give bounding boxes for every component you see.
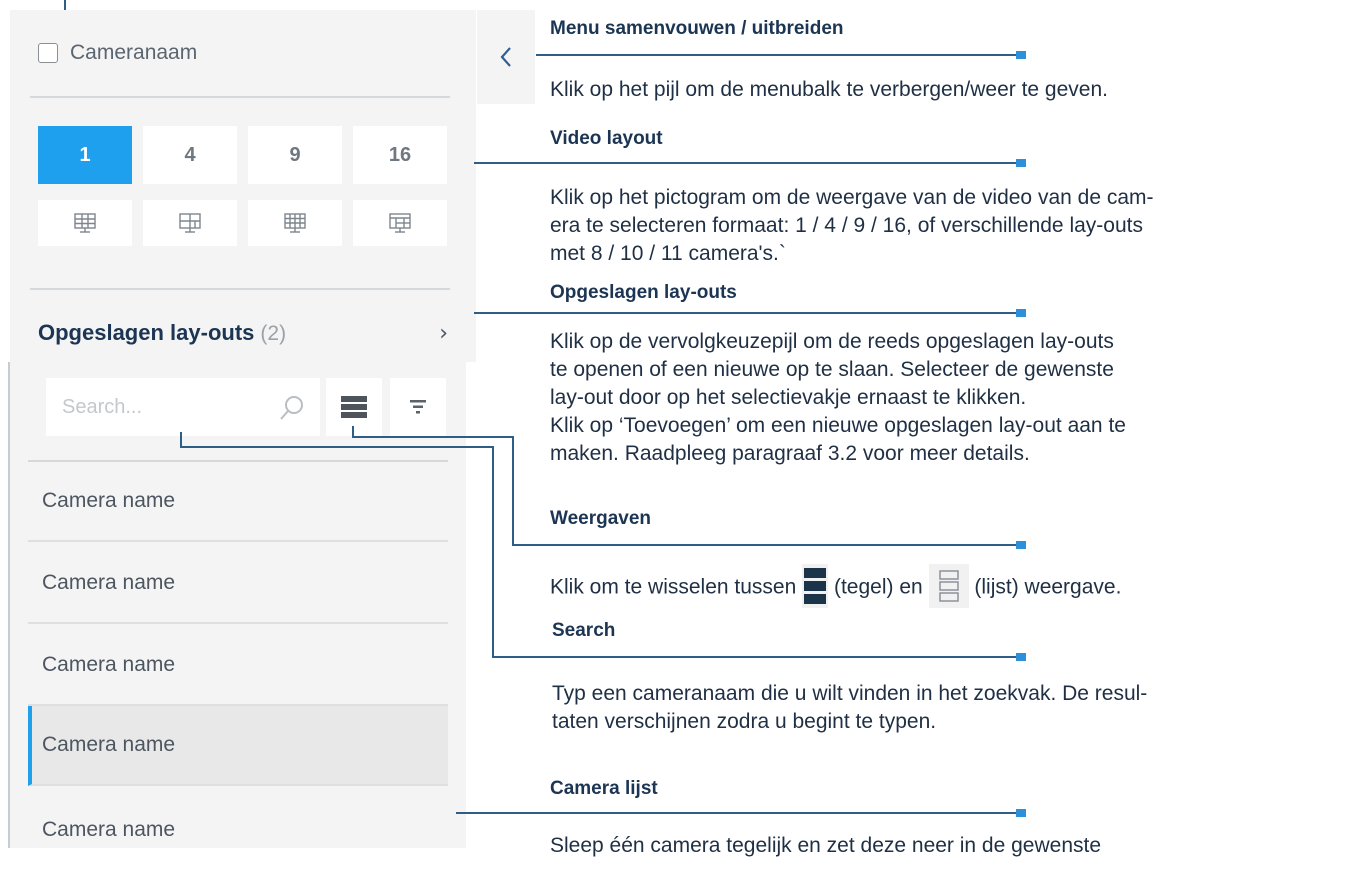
connector-line bbox=[456, 812, 1020, 814]
connector-line bbox=[474, 312, 1020, 314]
list-item[interactable]: Camera name bbox=[28, 626, 448, 706]
list-view-icon bbox=[928, 564, 969, 608]
top-marker-line bbox=[64, 0, 66, 10]
search-input[interactable] bbox=[46, 378, 266, 436]
divider bbox=[30, 288, 450, 290]
camera-name: Camera name bbox=[42, 653, 176, 676]
connector-line bbox=[492, 446, 494, 658]
connector-dot bbox=[1016, 309, 1026, 317]
camera-name: Camera name bbox=[42, 571, 176, 594]
connector-line bbox=[474, 162, 1020, 164]
connector-line bbox=[180, 446, 494, 448]
list-item[interactable]: Camera name bbox=[28, 790, 448, 870]
connector-dot bbox=[1016, 653, 1026, 661]
layout-button-9[interactable]: 9 bbox=[248, 126, 342, 184]
annotation-search-text-2: taten verschijnen zodra u begint te type… bbox=[552, 710, 937, 733]
connector-line bbox=[352, 436, 514, 438]
annotation-menu-title: Menu samenvouwen / uitbreiden bbox=[550, 18, 844, 39]
annotation-search-title: Search bbox=[552, 620, 616, 641]
chevron-right-icon[interactable]: › bbox=[439, 321, 448, 346]
camera-name: Camera name bbox=[42, 733, 176, 756]
annotation-video-layout-text-1: Klik op het pictogram om de weergave van… bbox=[550, 186, 1154, 209]
connector-line bbox=[492, 656, 1020, 658]
chevron-left-icon bbox=[500, 47, 511, 67]
connector-dot bbox=[1016, 159, 1026, 167]
annotation-saved-text-3: lay-out door op het selectievakje ernaas… bbox=[550, 386, 1027, 409]
filter-button[interactable] bbox=[390, 378, 446, 436]
annotation-views-part-2: (tegel) en bbox=[833, 575, 923, 599]
layout-grid-button-b[interactable] bbox=[143, 200, 237, 246]
annotation-video-layout-title: Video layout bbox=[550, 128, 663, 149]
annotation-camera-list-text: Sleep één camera tegelijk en zet deze ne… bbox=[550, 834, 1102, 857]
layout-grid-button-c[interactable] bbox=[248, 200, 342, 246]
connector-line bbox=[512, 544, 1020, 546]
grid-layout-icon bbox=[74, 213, 96, 233]
annotation-camera-list-title: Camera lijst bbox=[550, 778, 658, 799]
annotation-saved-text-1: Klik op de vervolgkeuzepijl om de reeds … bbox=[550, 330, 1114, 353]
annotation-video-layout-text-3: met 8 / 10 / 11 camera's.` bbox=[550, 242, 786, 265]
tile-view-icon bbox=[341, 396, 367, 418]
connector-line bbox=[536, 54, 1020, 56]
annotation-saved-title: Opgeslagen lay-outs bbox=[550, 282, 737, 303]
magnifier-icon[interactable] bbox=[278, 394, 306, 422]
saved-layouts-title: Opgeslagen lay-outs bbox=[38, 320, 255, 345]
search-box bbox=[46, 378, 320, 436]
divider bbox=[30, 96, 450, 98]
connector-line bbox=[512, 436, 514, 546]
camera-name: Camera name bbox=[42, 818, 176, 841]
layout-grid-button-a[interactable] bbox=[38, 200, 132, 246]
annotation-views-title: Weergaven bbox=[550, 508, 652, 529]
list-item[interactable]: Camera name bbox=[28, 544, 448, 624]
list-item-selected[interactable]: Camera name bbox=[28, 706, 448, 786]
annotation-views-part-3: (lijst) weergave. bbox=[974, 575, 1122, 599]
annotation-search-text-1: Typ een cameranaam die u wilt vinden in … bbox=[552, 682, 1148, 705]
grid-layout-icon bbox=[389, 213, 411, 233]
camera-name: Camera name bbox=[42, 489, 176, 512]
layout-grid-button-d[interactable] bbox=[353, 200, 447, 246]
tile-view-icon bbox=[802, 564, 829, 608]
annotation-menu-text: Klik op het pijl om de menubalk te verbe… bbox=[550, 78, 1108, 101]
filter-icon bbox=[410, 400, 426, 414]
camera-name-checkbox[interactable] bbox=[38, 43, 58, 63]
collapse-menu-button[interactable] bbox=[477, 10, 535, 104]
view-toggle-button[interactable] bbox=[326, 378, 382, 436]
layout-button-1[interactable]: 1 bbox=[38, 126, 132, 184]
annotation-views-part-1: Klik om te wisselen tussen bbox=[550, 575, 797, 599]
annotation-saved-text-2: te openen of een nieuwe op te slaan. Sel… bbox=[550, 358, 1114, 381]
sidebar-edge bbox=[8, 362, 10, 848]
annotation-views-text: Klik om te wisselen tussen (tegel) en (l… bbox=[550, 564, 1122, 610]
annotation-saved-text-4: Klik op ‘Toevoegen’ om een nieuwe opgesl… bbox=[550, 414, 1126, 437]
grid-layout-icon bbox=[179, 213, 201, 233]
connector-dot bbox=[1016, 809, 1026, 817]
layout-button-4[interactable]: 4 bbox=[143, 126, 237, 184]
camera-name-checkbox-row[interactable]: Cameranaam bbox=[38, 38, 197, 68]
camera-name-checkbox-label: Cameranaam bbox=[70, 41, 198, 64]
saved-layouts-row[interactable]: Opgeslagen lay-outs (2) › bbox=[38, 316, 448, 350]
list-item[interactable]: Camera name bbox=[28, 462, 448, 542]
connector-dot bbox=[1016, 541, 1026, 549]
annotation-saved-text-5: maken. Raadpleeg paragraaf 3.2 voor meer… bbox=[550, 442, 1030, 465]
connector-dot bbox=[1016, 51, 1026, 59]
saved-layouts-count: (2) bbox=[260, 322, 287, 345]
annotation-video-layout-text-2: era te selecteren formaat: 1 / 4 / 9 / 1… bbox=[550, 214, 1143, 237]
layout-button-16[interactable]: 16 bbox=[353, 126, 447, 184]
grid-layout-icon bbox=[284, 213, 306, 233]
